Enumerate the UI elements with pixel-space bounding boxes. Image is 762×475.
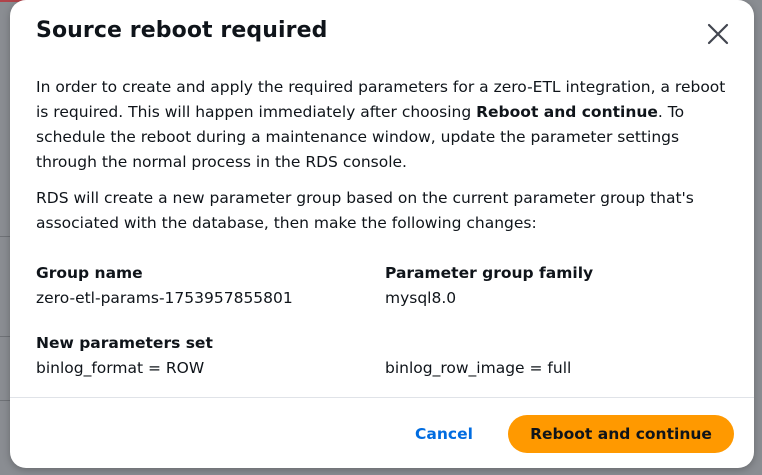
group-name-field: Group name zero-etl-params-1753957855801 bbox=[36, 261, 293, 311]
parameter-group-family-value: mysql8.0 bbox=[385, 289, 457, 307]
close-button[interactable] bbox=[702, 18, 734, 50]
group-name-label: Group name bbox=[36, 264, 143, 282]
new-parameters-set-label: New parameters set bbox=[36, 334, 213, 352]
group-name-value: zero-etl-params-1753957855801 bbox=[36, 289, 293, 307]
close-icon bbox=[707, 23, 729, 45]
parameter-group-family-label: Parameter group family bbox=[385, 264, 594, 282]
new-parameter-field-2: binlog_row_image = full bbox=[385, 356, 571, 381]
modal-title: Source reboot required bbox=[36, 18, 328, 43]
reboot-and-continue-button[interactable]: Reboot and continue bbox=[508, 415, 734, 453]
reboot-explanation-emphasis: Reboot and continue bbox=[476, 103, 658, 121]
reboot-explanation: In order to create and apply the require… bbox=[36, 75, 736, 175]
reboot-modal: Source reboot required In order to creat… bbox=[10, 0, 754, 468]
new-parameter-value: binlog_row_image = full bbox=[385, 359, 572, 377]
cancel-button[interactable]: Cancel bbox=[402, 416, 486, 452]
parameter-group-family-field: Parameter group family mysql8.0 bbox=[385, 261, 593, 311]
new-parameters-set-field: New parameters set binlog_format = ROW bbox=[36, 331, 213, 381]
new-parameter-value: binlog_format = ROW bbox=[36, 359, 205, 377]
modal-header: Source reboot required bbox=[10, 0, 754, 66]
parameter-group-explanation: RDS will create a new parameter group ba… bbox=[36, 189, 694, 232]
modal-footer: Cancel Reboot and continue bbox=[10, 398, 754, 468]
modal-body: In order to create and apply the require… bbox=[36, 75, 736, 236]
